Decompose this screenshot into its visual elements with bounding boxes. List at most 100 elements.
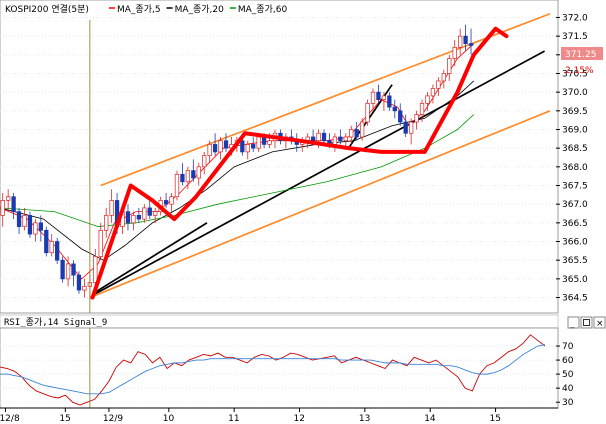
- candle-body: [93, 256, 98, 283]
- candle-body: [196, 166, 201, 179]
- price-y-tick-label: 369.0: [562, 125, 588, 135]
- rsi-title: RSI_종가,14 Signal_9: [4, 317, 107, 328]
- price-y-tick-label: 370.0: [562, 88, 588, 98]
- candle-body: [463, 35, 468, 44]
- rsi-y-tick-label: 50: [562, 370, 574, 380]
- candle-body: [223, 140, 229, 149]
- legend: MA_종가,5 MA_종가,20 MA_종가,60: [109, 4, 287, 15]
- price-plot-area: [0, 0, 559, 314]
- candle-body: [240, 140, 245, 153]
- price-y-tick-label: 368.5: [562, 144, 588, 154]
- candle-body: [343, 136, 348, 142]
- change-pct-label: 2.15%: [565, 66, 594, 76]
- candle-body: [376, 91, 381, 100]
- candle-body: [468, 43, 474, 46]
- price-y-tick-label: 367.0: [562, 200, 588, 210]
- candle-body: [44, 229, 49, 254]
- candle-body: [321, 132, 327, 142]
- candle-body: [191, 170, 196, 179]
- candle-body: [365, 103, 370, 123]
- price-y-tick-label: 369.5: [562, 107, 588, 117]
- candle-body: [71, 263, 76, 276]
- candle-body: [65, 263, 71, 280]
- candle-body: [452, 46, 457, 59]
- price-panel: 372.0371.5371.0370.5370.0369.5369.0368.5…: [0, 0, 603, 314]
- candle-body: [153, 211, 158, 216]
- candle-body: [261, 136, 267, 145]
- price-y-tick-label: 366.5: [562, 219, 588, 229]
- candle-body: [436, 80, 441, 89]
- price-y-tick-label: 366.0: [562, 238, 588, 248]
- rsi-y-tick-label: 60: [562, 356, 574, 366]
- candle-body: [174, 173, 180, 198]
- price-y-tick-label: 364.5: [562, 294, 588, 304]
- candle-body: [22, 215, 27, 227]
- x-tick-label: 15: [59, 414, 70, 424]
- candle-body: [125, 211, 131, 224]
- candle-body: [316, 132, 321, 142]
- rsi-y-axis: 70 60 50 40 30: [556, 342, 574, 408]
- candle-body: [109, 200, 114, 216]
- legend-entry-label: MA_종가,20: [175, 4, 225, 15]
- x-tick-label: 10: [163, 414, 175, 424]
- rsi-panel: RSI_종가,14 Signal_9 _ × 70 60 50 40 30: [0, 314, 606, 409]
- candle-body: [245, 144, 250, 153]
- candle-body: [251, 144, 256, 149]
- candle-body: [332, 136, 338, 145]
- candle-body: [457, 35, 463, 48]
- candle-body: [267, 140, 272, 145]
- candle-body: [256, 136, 261, 149]
- candle-body: [6, 196, 11, 201]
- price-y-tick-label: 371.5: [562, 32, 588, 42]
- candle-body: [392, 106, 397, 112]
- candle-body: [349, 129, 354, 138]
- candle-body: [207, 144, 212, 156]
- candle-body: [0, 200, 5, 216]
- x-tick-label: 11: [228, 414, 239, 424]
- candle-body: [147, 207, 152, 216]
- last-price-label: 371.25: [565, 50, 597, 60]
- x-tick-label: 12/9: [103, 414, 123, 424]
- candle-body: [414, 114, 419, 123]
- candle-body: [381, 95, 387, 100]
- price-y-tick-label: 365.0: [562, 275, 588, 285]
- candle-body: [408, 121, 414, 134]
- candle-body: [387, 95, 392, 108]
- candle-body: [212, 144, 218, 153]
- candle-body: [419, 103, 425, 115]
- candle-body: [441, 73, 446, 82]
- rsi-y-tick-label: 40: [562, 384, 574, 394]
- candle-body: [425, 95, 430, 104]
- x-tick-label: 12/8: [0, 414, 20, 424]
- candle-body: [131, 215, 136, 224]
- price-y-tick-label: 372.0: [562, 13, 588, 23]
- candle-body: [16, 211, 22, 227]
- x-tick-label: 15: [490, 414, 501, 424]
- candle-body: [49, 241, 54, 254]
- candle-body: [169, 196, 174, 205]
- panel-maximize-button[interactable]: [580, 316, 593, 329]
- candle-body: [98, 229, 103, 257]
- candle-body: [163, 200, 169, 205]
- legend-entry-label: MA_종가,60: [238, 4, 288, 15]
- candle-body: [33, 222, 38, 235]
- candle-body: [310, 136, 316, 142]
- candle-body: [104, 215, 109, 231]
- x-tick-label: 12: [294, 414, 305, 424]
- candle-body: [38, 222, 43, 231]
- chart-canvas: 372.0371.5371.0370.5370.0369.5369.0368.5…: [0, 0, 606, 424]
- x-axis: 12/8 15 12/9 10 11 12 13 14 15: [0, 407, 558, 424]
- candle-body: [11, 196, 16, 212]
- candle-body: [142, 207, 147, 220]
- legend-entry-label: MA_종가,5: [117, 4, 161, 15]
- minimize-icon: _: [569, 319, 575, 329]
- rsi-y-tick-label: 30: [562, 398, 574, 408]
- chart-title: KOSPI200 연결(5분): [5, 4, 89, 15]
- x-tick-label: 13: [359, 414, 370, 424]
- rsi-plot-area: [0, 327, 559, 409]
- candle-body: [354, 129, 359, 138]
- candle-body: [218, 140, 223, 153]
- price-y-tick-label: 365.5: [562, 256, 588, 266]
- x-tick-label: 14: [424, 414, 436, 424]
- candle-body: [185, 170, 191, 183]
